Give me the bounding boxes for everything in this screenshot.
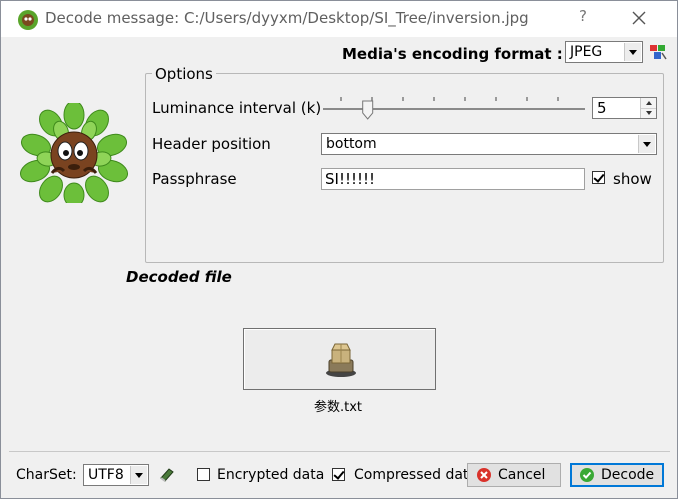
compressed-data-label: Compressed dat [354, 467, 469, 483]
palette-icon[interactable] [649, 43, 667, 61]
window-title: Decode message: C:/Users/dyyxm/Desktop/S… [45, 9, 529, 27]
dialog-body: Media's encoding format : JPEG Options L… [9, 37, 670, 488]
show-passphrase-label: show [613, 170, 652, 188]
chevron-down-icon [130, 466, 147, 484]
checkmark-icon [580, 468, 594, 482]
decode-label: Decode [601, 467, 655, 483]
charset-value: UTF8 [88, 467, 124, 483]
charset-select[interactable]: UTF8 [83, 464, 149, 486]
book-icon[interactable] [159, 466, 175, 482]
decoded-file-label: Decoded file [126, 268, 232, 286]
encrypted-data-label: Encrypted data [217, 467, 325, 483]
app-icon [18, 10, 38, 30]
slider-ticks [340, 97, 559, 101]
encoding-format-value: JPEG [570, 44, 603, 60]
luminance-spinbox[interactable]: 5 [592, 97, 657, 119]
header-position-select[interactable]: bottom [321, 133, 657, 155]
header-position-label: Header position [152, 135, 271, 153]
slider-thumb [362, 100, 374, 120]
luminance-slider[interactable] [321, 97, 587, 123]
archive-box-icon [326, 343, 356, 377]
help-button[interactable]: ? [573, 7, 593, 29]
encrypted-data-checkbox[interactable] [197, 468, 210, 481]
luminance-interval-label: Luminance interval (k) [152, 99, 322, 117]
decoded-file-button[interactable] [243, 328, 436, 390]
footer-divider [9, 451, 670, 452]
passphrase-input[interactable]: SI!!!!!! [321, 168, 585, 190]
chevron-down-icon [638, 135, 655, 153]
spin-down-icon[interactable] [641, 108, 656, 118]
show-passphrase-checkbox[interactable] [592, 171, 605, 184]
title-bar[interactable]: Decode message: C:/Users/dyyxm/Desktop/S… [1, 1, 677, 37]
cancel-label: Cancel [498, 467, 546, 483]
options-group-title: Options [152, 65, 216, 83]
cancel-icon [477, 468, 491, 482]
encoding-format-label: Media's encoding format : [342, 45, 563, 63]
charset-label: CharSet: [16, 467, 77, 483]
decoded-file-name: 参数.txt [314, 400, 363, 415]
chevron-down-icon [624, 43, 641, 61]
close-icon[interactable] [627, 5, 651, 31]
passphrase-label: Passphrase [152, 170, 237, 188]
compressed-data-checkbox[interactable] [332, 468, 345, 481]
header-position-value: bottom [326, 136, 377, 152]
cancel-button[interactable]: Cancel [467, 463, 561, 487]
luminance-value: 5 [597, 99, 607, 117]
encoding-format-select[interactable]: JPEG [565, 41, 643, 63]
mascot-logo [19, 103, 129, 203]
decode-dialog: Decode message: C:/Users/dyyxm/Desktop/S… [0, 0, 678, 499]
decode-button[interactable]: Decode [570, 463, 664, 487]
